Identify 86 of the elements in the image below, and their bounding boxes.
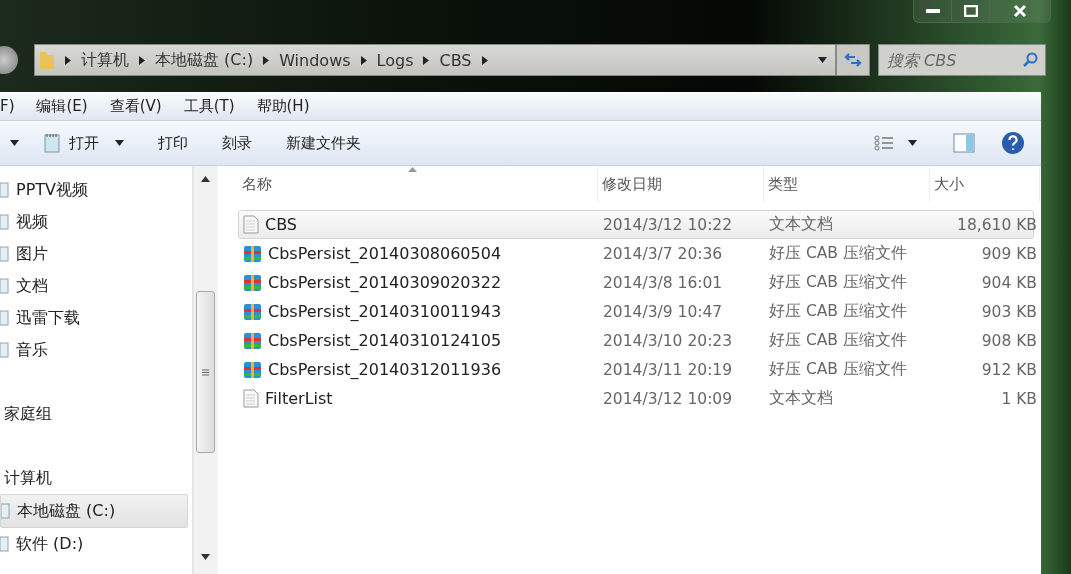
caret-icon [115, 140, 124, 146]
breadcrumb[interactable]: Windows [279, 50, 351, 70]
breadcrumb[interactable]: Logs [376, 50, 414, 70]
search-field[interactable]: 搜索 CBS [878, 44, 1046, 76]
sidebar-item[interactable]: 音乐 [0, 334, 188, 366]
modified-date: 2014/3/10 20:23 [602, 331, 734, 350]
file-type: 好压 CAB 压缩文件 [768, 272, 908, 293]
archive-icon [243, 360, 262, 379]
chevron-icon [65, 55, 71, 65]
minimize-button[interactable] [914, 0, 952, 22]
file-name: CBS [265, 215, 298, 234]
sidebar-item[interactable]: 视频 [0, 206, 188, 238]
details-view-icon [874, 135, 894, 151]
modified-date: 2014/3/8 16:01 [602, 273, 724, 292]
column-header[interactable]: 类型 [764, 166, 930, 202]
help-icon[interactable] [1001, 131, 1025, 155]
chevron-icon [139, 55, 145, 65]
folder-icon [39, 49, 55, 71]
modified-date: 2014/3/9 10:47 [602, 302, 724, 321]
breadcrumb[interactable]: 本地磁盘 (C:) [155, 49, 254, 71]
column-header[interactable]: 名称 [238, 166, 598, 202]
breadcrumb[interactable]: 计算机 [81, 49, 129, 71]
archive-icon [243, 302, 262, 321]
close-icon [1013, 4, 1027, 18]
modified-date: 2014/3/11 20:19 [602, 360, 734, 379]
archive-icon [243, 331, 262, 350]
sidebar-item[interactable]: PPTV视频 [0, 174, 188, 206]
menu-item[interactable]: F) [0, 97, 23, 115]
file-name: CbsPersist_20140309020322 [268, 273, 502, 292]
scroll-up-icon[interactable] [201, 176, 210, 182]
file-type: 好压 CAB 压缩文件 [768, 301, 908, 322]
address-bar[interactable]: 计算机 本地磁盘 (C:) Windows Logs CBS [34, 44, 836, 76]
caret-icon [908, 140, 917, 146]
refresh-button[interactable] [836, 44, 870, 76]
notepad-icon [43, 133, 61, 153]
chevron-icon [360, 55, 367, 65]
chevron-icon [423, 55, 430, 65]
file-name: CbsPersist_20140308060504 [268, 244, 502, 263]
caret-icon [10, 140, 19, 146]
dropdown-icon [818, 57, 827, 63]
sidebar-item[interactable]: 迅雷下载 [0, 302, 188, 334]
column-header[interactable]: 大小 [930, 166, 1040, 202]
sidebar-group[interactable]: 家庭组 [0, 398, 192, 430]
modified-date: 2014/3/12 10:22 [602, 215, 734, 234]
file-type: 好压 CAB 压缩文件 [768, 330, 908, 351]
modified-date: 2014/3/7 20:36 [602, 244, 724, 263]
grip-icon [202, 368, 209, 376]
maximize-icon [963, 5, 978, 17]
modified-date: 2014/3/12 10:09 [602, 389, 734, 408]
open-button[interactable]: 打开 [33, 129, 134, 157]
chevron-icon [263, 55, 270, 65]
breadcrumb[interactable]: CBS [439, 50, 472, 70]
file-row[interactable]: CBS 2014/3/12 10:22 文本文档 18,610 KB [238, 210, 1034, 239]
file-name: CbsPersist_20140312011936 [268, 360, 502, 379]
sidebar-item[interactable]: 图片 [0, 238, 188, 270]
file-type: 文本文档 [768, 214, 834, 235]
archive-icon [243, 244, 262, 263]
file-name: CbsPersist_20140310011943 [268, 302, 502, 321]
menu-item[interactable]: 编辑(E) [28, 96, 96, 116]
menu-item[interactable]: 工具(T) [175, 96, 243, 116]
close-button[interactable] [990, 0, 1050, 22]
scroll-thumb[interactable] [196, 291, 215, 453]
sidebar-item[interactable]: 本地磁盘 (C:) [0, 494, 188, 528]
file-type: 好压 CAB 压缩文件 [768, 359, 908, 380]
maximize-button[interactable] [952, 0, 990, 22]
file-name: FilterList [265, 389, 333, 408]
sidebar-group[interactable]: 计算机 [0, 462, 192, 494]
sidebar-item[interactable]: 文档 [0, 270, 188, 302]
chevron-icon [481, 55, 488, 65]
file-name: CbsPersist_20140310124105 [268, 331, 502, 350]
search-icon [1022, 52, 1038, 68]
text-file-icon [243, 215, 259, 234]
refresh-icon [844, 52, 862, 68]
scroll-down-icon[interactable] [201, 554, 210, 560]
sidebar-item[interactable]: 软件 (D:) [0, 528, 188, 560]
text-file-icon [243, 389, 259, 408]
column-header[interactable]: 修改日期 [598, 166, 764, 202]
minimize-icon [925, 9, 940, 13]
file-type: 文本文档 [768, 388, 834, 409]
menu-item[interactable]: 帮助(H) [248, 96, 318, 116]
file-type: 好压 CAB 压缩文件 [768, 243, 908, 264]
toolbar-button[interactable]: 刻录 [212, 129, 262, 157]
toolbar-button[interactable]: 打印 [148, 129, 198, 157]
archive-icon [243, 273, 262, 292]
toolbar-button[interactable]: 新建文件夹 [276, 129, 371, 157]
menu-item[interactable]: 查看(V) [101, 96, 170, 116]
